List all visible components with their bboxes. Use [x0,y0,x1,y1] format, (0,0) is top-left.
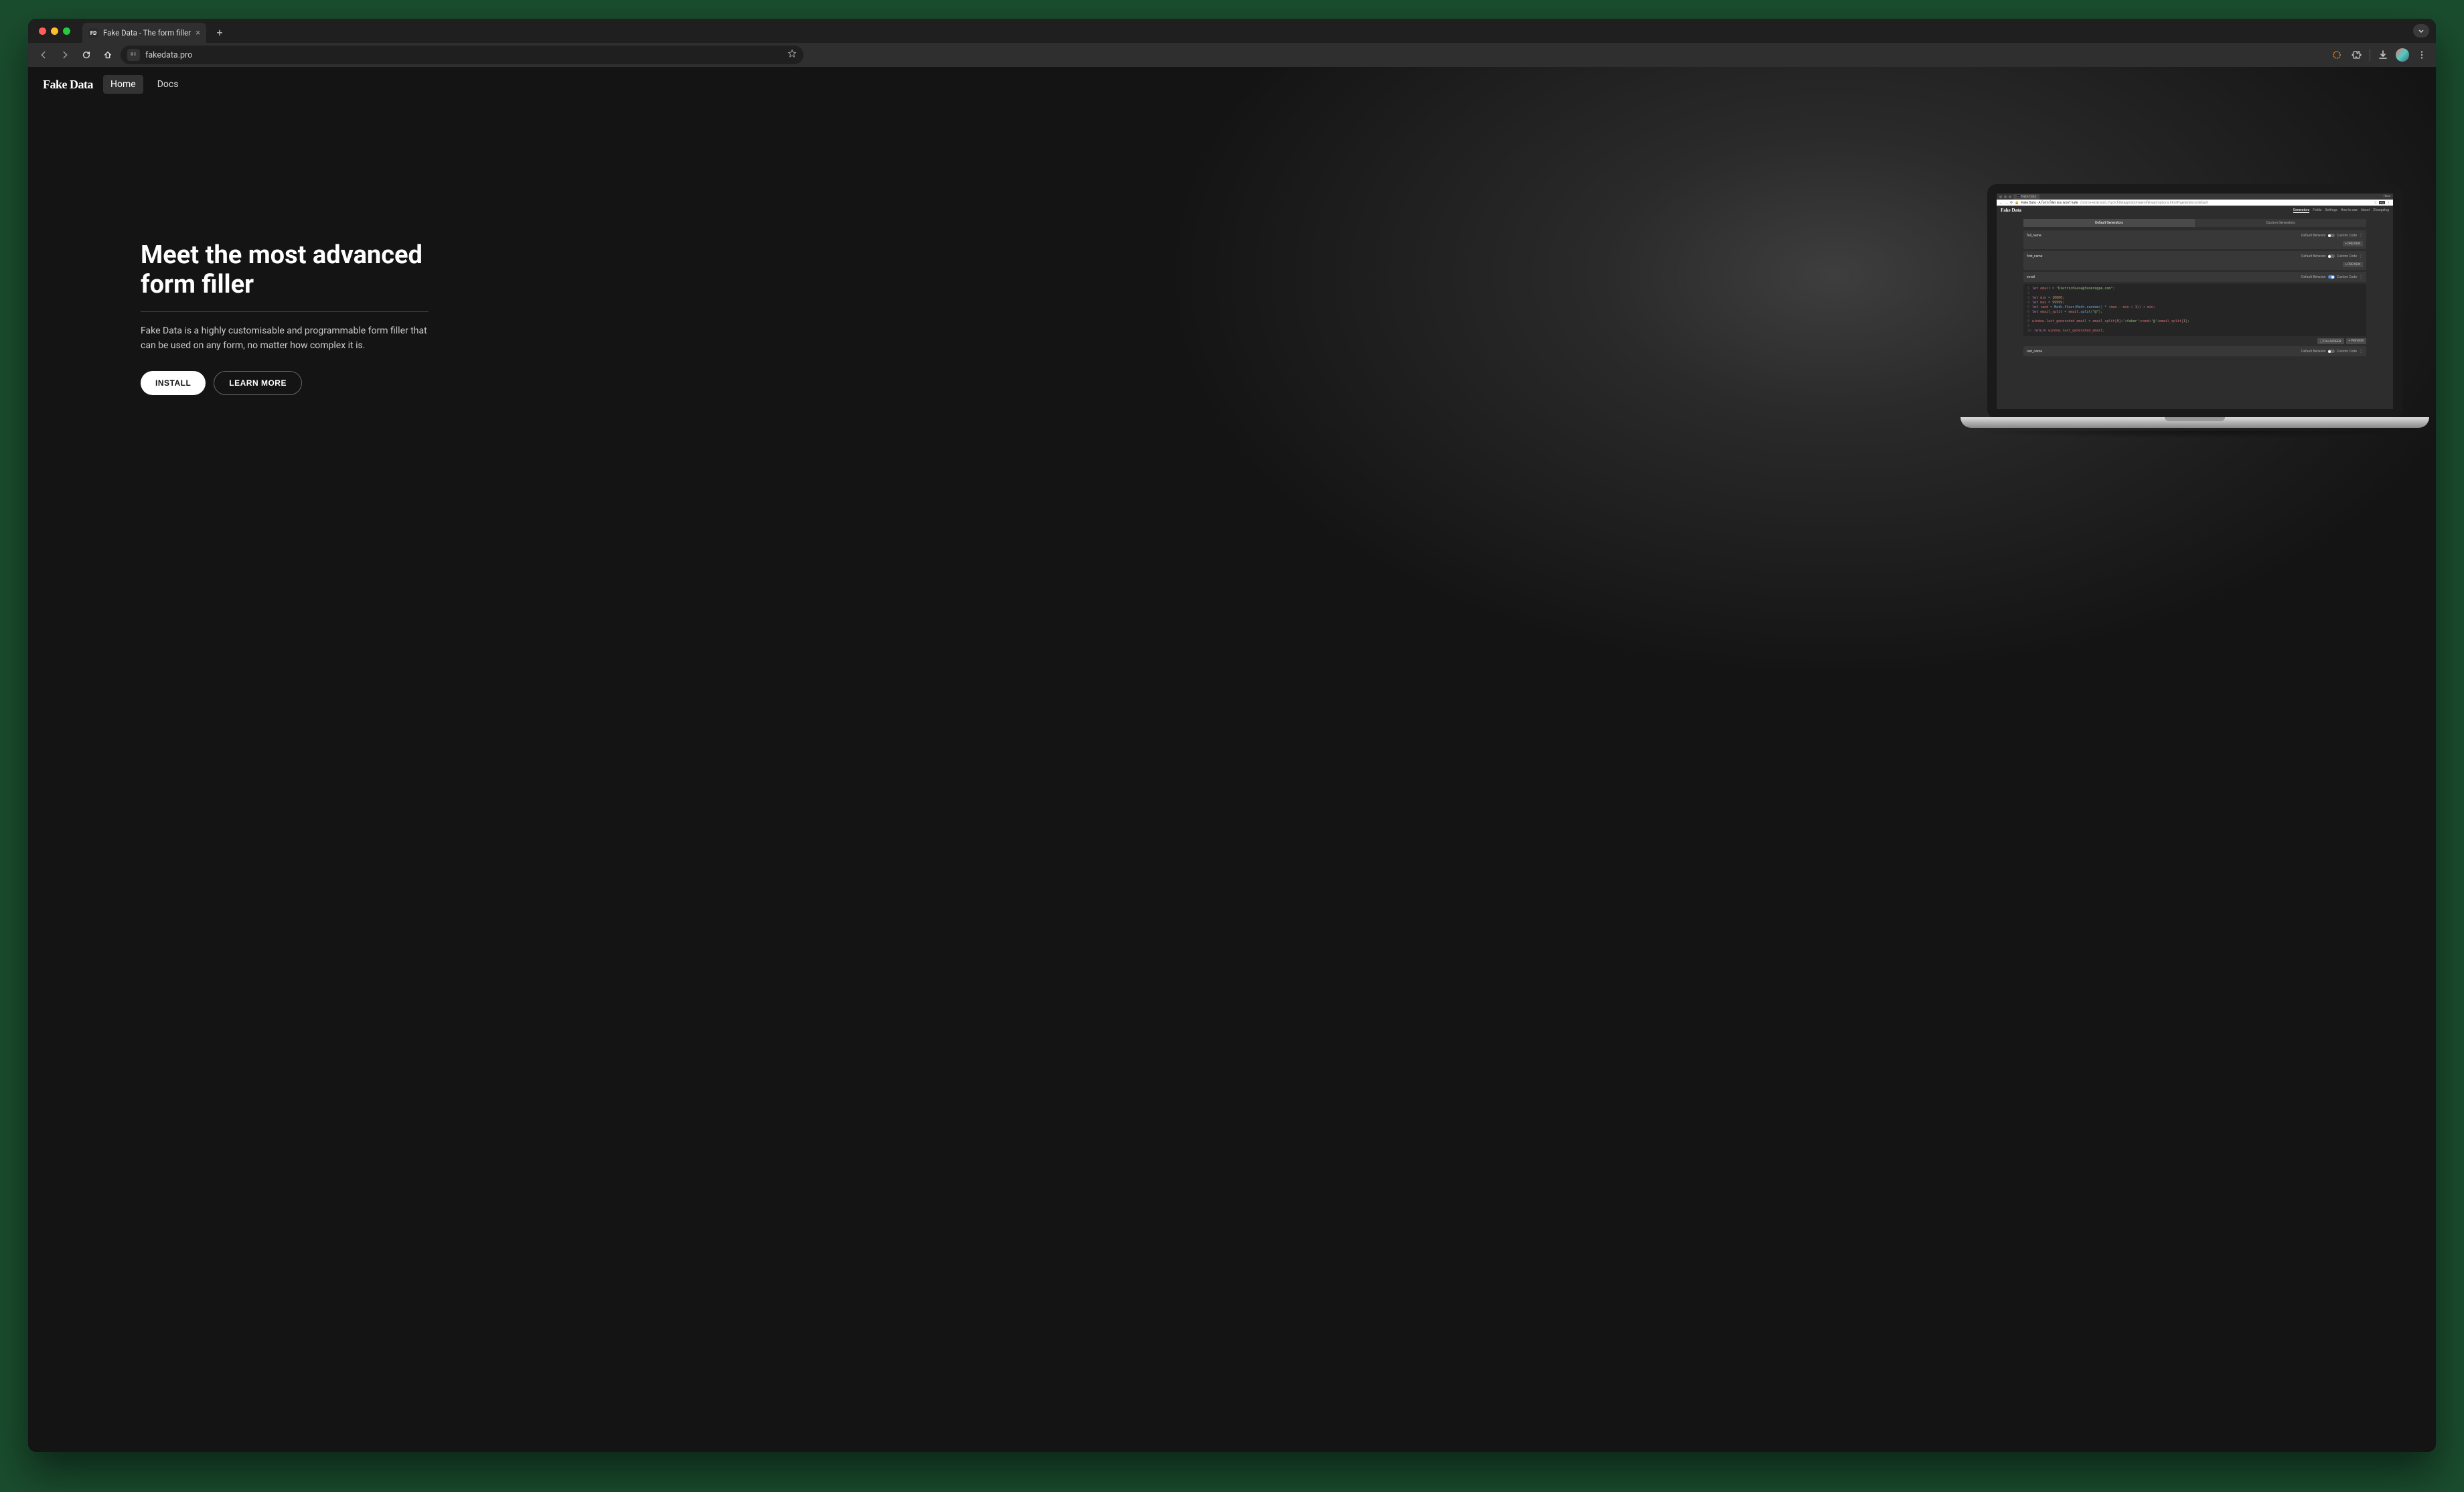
generator-menu-icon: ⋮ [2359,233,2363,238]
custom-code-label: Custom Code [2337,275,2357,279]
laptop-mockup: FD Fake Data Haze ←→⟳ 🔒 Fake Data - A fo… [1987,184,2402,439]
inner-nav-link: Generators [2293,208,2310,213]
inner-favicon-icon: FD [2017,195,2020,198]
preview-button: + PREVIEW [2346,338,2366,344]
inner-nav-link: Fields [2313,208,2321,213]
bookmark-icon[interactable] [787,49,797,61]
url-text: fakedata.pro [145,50,192,60]
behavior-toggle [2328,350,2335,353]
default-behavior-label: Default Behavior [2301,275,2326,279]
hero-title: Meet the most advanced form filler [141,241,429,299]
inner-app: Fake Data GeneratorsFields Settings How to… [1997,206,2393,409]
inner-tab-title: Fake Data [2021,195,2036,199]
browser-toolbar: fakedata.pro [28,43,2436,67]
inner-browser-tab: FD Fake Data [2013,194,2039,200]
inner-app-logo: Fake Data [2001,208,2021,213]
close-tab-icon[interactable]: × [196,29,200,38]
behavior-toggle [2328,254,2335,258]
inner-generators: full_nameDefault BehaviorCustom Code⋮+ P… [1997,230,2393,356]
generator-menu-icon: ⋮ [2359,254,2363,258]
generator-name: first_name [2027,254,2042,258]
download-icon[interactable] [2376,48,2390,62]
extensions-icon[interactable] [2350,48,2364,62]
learn-more-button[interactable]: LEARN MORE [214,371,302,395]
site-logo[interactable]: Fake Data [43,78,93,92]
tabs-dropdown-icon[interactable] [2413,24,2429,38]
preview-button: + PREVIEW [2343,262,2363,267]
laptop-screen: FD Fake Data Haze ←→⟳ 🔒 Fake Data - A fo… [1987,184,2402,419]
hero-section: Meet the most advanced form filler Fake … [141,241,429,395]
generator-name: email [2027,275,2035,279]
browser-tab[interactable]: FD Fake Data - The form filler × [82,23,206,43]
generator-row: full_name Default Behavior Custom Code⋮ + P… [2023,230,2366,249]
inner-nav-link: Settings [2325,208,2337,213]
inner-tab-custom: Custom Generators [2195,219,2366,227]
inner-nav-links: GeneratorsFields Settings How to useAboutC… [2293,208,2389,213]
install-button[interactable]: INSTALL [141,371,206,395]
nav-docs[interactable]: Docs [150,75,186,94]
favicon-icon: FD [88,28,98,38]
inner-tab-default: Default Generators [2023,219,2195,227]
laptop-base [1960,417,2429,428]
default-behavior-label: Default Behavior [2301,350,2326,354]
generator-name: last_name [2027,350,2042,354]
minimize-window-icon[interactable] [51,27,58,35]
custom-code-label: Custom Code [2337,234,2357,238]
reload-button[interactable] [78,46,95,64]
maximize-window-icon[interactable] [63,27,70,35]
extension-icon[interactable] [2329,48,2344,62]
page-content: Fake Data Home Docs Meet the most advanc… [28,67,2436,1452]
inner-url-prefix: Fake Data - A form filler you won't hate [2021,201,2078,205]
toolbar-right [2329,48,2429,62]
menu-icon[interactable] [2414,48,2429,62]
inner-nav-link: How to use [2341,208,2358,213]
inner-url-badge: FD [2379,201,2385,204]
laptop-shadow [1960,431,2429,439]
site-nav: Fake Data Home Docs [28,67,200,102]
laptop-notch [2165,417,2225,421]
behavior-toggle [2328,275,2335,279]
home-button[interactable] [99,46,117,64]
default-behavior-label: Default Behavior [2301,234,2326,238]
inner-tabbar: FD Fake Data Haze [1997,194,2393,200]
inner-nav-link: Changelog [2373,208,2389,213]
code-editor: 1let email = "DietrichLesa@fanereppe.com… [2023,284,2366,336]
window-controls [39,27,70,35]
fullscreen-button: ⛶ FULLSCREEN [2317,338,2343,344]
nav-home[interactable]: Home [103,75,143,94]
generator-menu-icon: ⋮ [2359,349,2363,354]
url-bar[interactable]: fakedata.pro [121,46,803,64]
code-footer: ⛶ FULLSCREEN+ PREVIEW [2023,338,2366,344]
behavior-toggle [2328,234,2335,237]
generator-row: last_name Default Behavior Custom Code⋮ [2023,346,2366,356]
inner-generator-tabs: Default Generators Custom Generators [2023,219,2366,227]
custom-code-label: Custom Code [2337,350,2357,354]
generator-row: first_name Default Behavior Custom Code⋮ + … [2023,251,2366,270]
inner-nav-link: About [2361,208,2370,213]
preview-button: + PREVIEW [2343,241,2363,246]
profile-avatar[interactable] [2396,48,2409,62]
custom-code-label: Custom Code [2337,254,2357,258]
inner-url-bar: ←→⟳ 🔒 Fake Data - A form filler you won'… [1997,200,2393,206]
generator-name: full_name [2027,234,2042,238]
tab-title: Fake Data - The form filler [103,28,191,38]
forward-button[interactable] [56,46,74,64]
hero-buttons: INSTALL LEARN MORE [141,371,429,395]
browser-tabbar: FD Fake Data - The form filler × + [28,19,2436,43]
hero-divider [141,311,429,312]
generator-row: email Default Behavior Custom Code⋮ [2023,272,2366,282]
back-button[interactable] [35,46,52,64]
inner-browser: FD Fake Data Haze ←→⟳ 🔒 Fake Data - A fo… [1997,194,2393,409]
hero-description: Fake Data is a highly customisable and p… [141,324,429,353]
close-window-icon[interactable] [39,27,46,35]
site-settings-icon[interactable] [127,49,140,61]
default-behavior-label: Default Behavior [2301,254,2326,258]
generator-menu-icon: ⋮ [2359,275,2363,279]
inner-url-text: chrome-extension://gchcfdbkajglnobohlaem… [2080,201,2208,205]
inner-meta: Haze [2384,195,2390,198]
browser-window: FD Fake Data - The form filler × + faked… [28,19,2436,1452]
inner-app-nav: Fake Data GeneratorsFields Settings How to… [1997,206,2393,215]
new-tab-button[interactable]: + [212,24,228,40]
